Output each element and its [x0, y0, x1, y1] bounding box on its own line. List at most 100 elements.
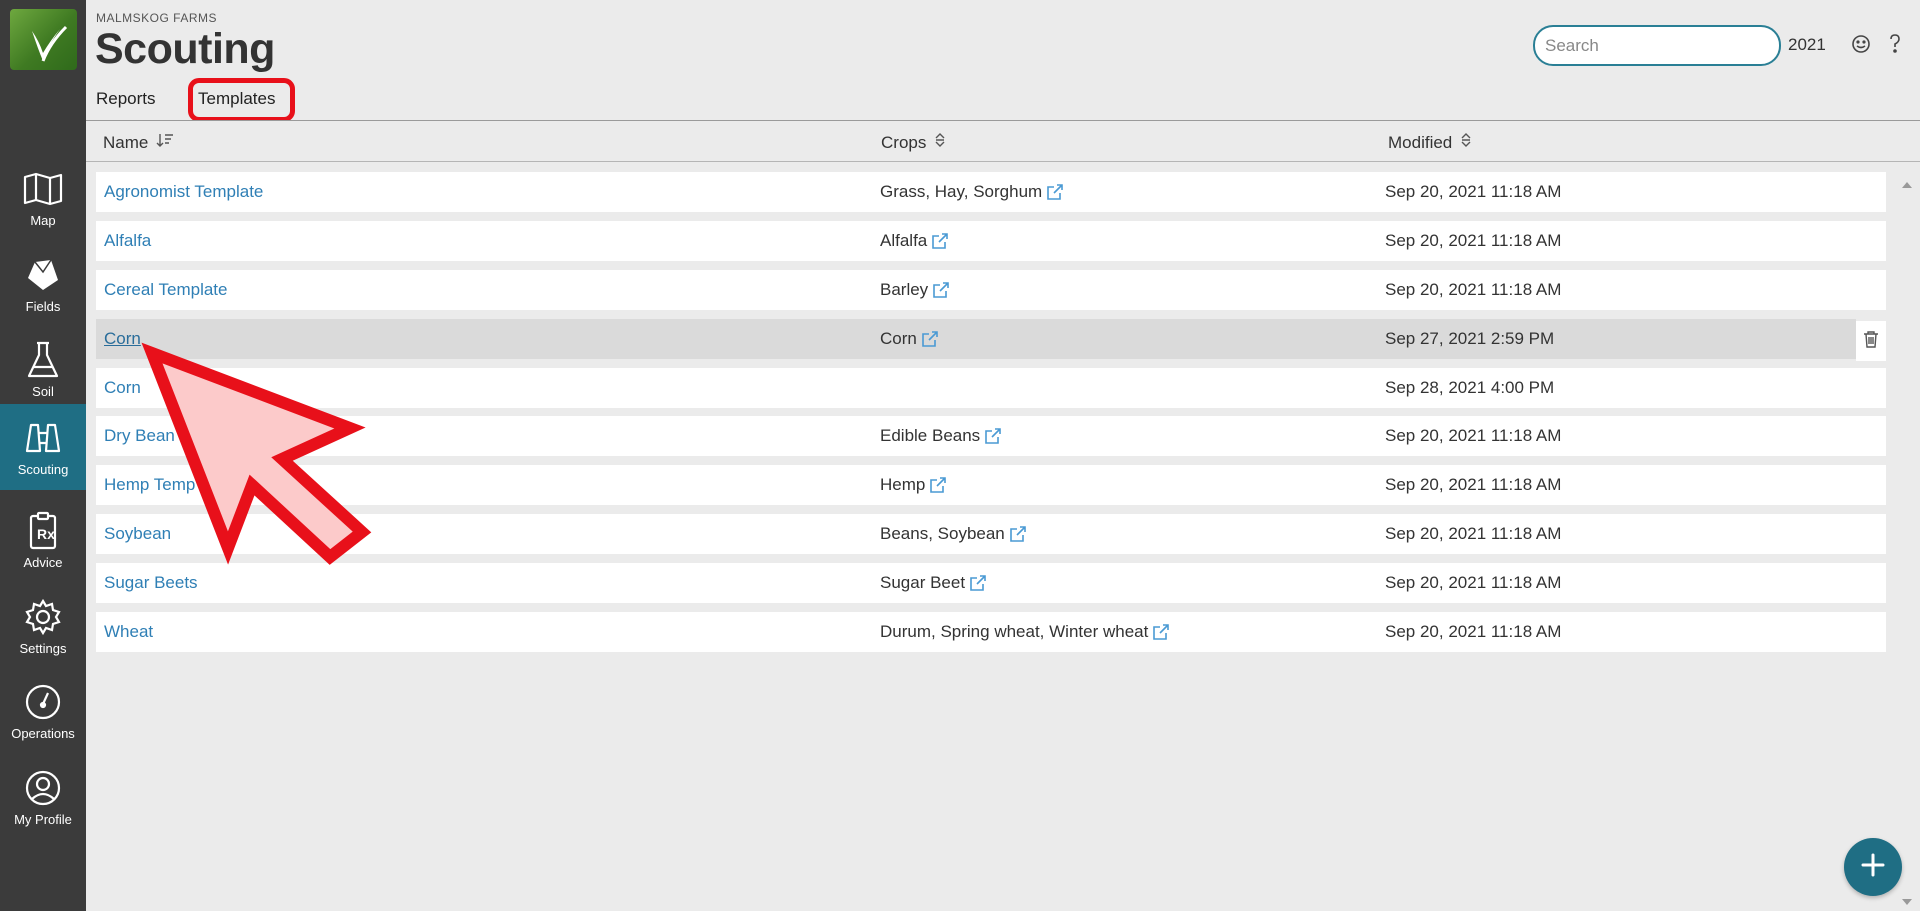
- table-row[interactable]: Hemp Temp Hemp Sep 20, 2021 11:18 AM: [96, 465, 1886, 505]
- sidebar-item-map[interactable]: Map: [0, 155, 86, 241]
- sidebar-item-label: Map: [30, 213, 56, 228]
- template-name-link[interactable]: Dry Bean: [104, 426, 175, 446]
- crops-cell: Edible Beans: [880, 426, 1002, 446]
- template-name-link[interactable]: Cereal Template: [104, 280, 227, 300]
- template-name-link[interactable]: Wheat: [104, 622, 153, 642]
- user-icon: [22, 767, 64, 809]
- map-icon: [22, 168, 64, 210]
- scroll-down-arrow-icon[interactable]: [1900, 895, 1914, 909]
- modified-date: Sep 20, 2021 11:18 AM: [1385, 622, 1562, 641]
- sidebar-item-label: Scouting: [17, 462, 69, 477]
- external-link-icon[interactable]: [932, 281, 950, 299]
- sidebar-item-label: My Profile: [14, 812, 72, 827]
- tab-reports[interactable]: Reports: [96, 89, 156, 109]
- external-link-icon[interactable]: [1046, 183, 1064, 201]
- column-header-name[interactable]: Name: [103, 132, 174, 153]
- svg-text:Rx: Rx: [37, 526, 55, 542]
- annotation-highlight-box: [188, 78, 295, 122]
- add-template-button[interactable]: [1844, 838, 1902, 896]
- sidebar-item-advice[interactable]: Rx Advice: [0, 497, 86, 583]
- external-link-icon[interactable]: [1009, 525, 1027, 543]
- feedback-smiley-icon[interactable]: [1850, 33, 1872, 55]
- template-name-link[interactable]: Sugar Beets: [104, 573, 198, 593]
- modified-date: Sep 20, 2021 11:18 AM: [1385, 182, 1562, 201]
- sidebar-item-label: Settings: [19, 641, 67, 656]
- app-logo[interactable]: [10, 9, 77, 70]
- year-selector[interactable]: 2021: [1788, 35, 1826, 55]
- help-icon[interactable]: [1884, 33, 1906, 55]
- modified-date: Sep 20, 2021 11:18 AM: [1385, 573, 1562, 592]
- crops-text: Sugar Beet: [880, 573, 966, 592]
- table-row[interactable]: Wheat Durum, Spring wheat, Winter wheat …: [96, 612, 1886, 652]
- binoculars-icon: [22, 417, 64, 459]
- prescription-clipboard-icon: Rx: [22, 510, 64, 552]
- sidebar-item-operations[interactable]: Operations: [0, 668, 86, 754]
- sidebar-item-scouting[interactable]: Scouting: [0, 404, 86, 490]
- sidebar: Map Fields Soil Scouting Rx Advice Setti…: [0, 0, 86, 911]
- trash-icon: [1863, 330, 1879, 353]
- crops-text: Alfalfa: [880, 231, 928, 250]
- farm-name: MALMSKOG FARMS: [96, 11, 218, 25]
- external-link-icon[interactable]: [984, 427, 1002, 445]
- sidebar-item-label: Soil: [32, 384, 54, 399]
- external-link-icon[interactable]: [931, 232, 949, 250]
- crops-cell: Barley: [880, 280, 950, 300]
- table-row[interactable]: Corn Sep 28, 2021 4:00 PM: [96, 368, 1886, 408]
- table-row[interactable]: Cereal Template Barley Sep 20, 2021 11:1…: [96, 270, 1886, 310]
- modified-date: Sep 20, 2021 11:18 AM: [1385, 280, 1562, 299]
- crops-text: Barley: [880, 280, 929, 299]
- crops-cell: Hemp: [880, 475, 947, 495]
- crops-text: Durum, Spring wheat, Winter wheat: [880, 622, 1149, 641]
- delete-template-button[interactable]: [1856, 321, 1886, 361]
- column-label: Name: [103, 132, 149, 152]
- sort-icon: [934, 132, 946, 153]
- crops-cell: Corn: [880, 329, 939, 349]
- search-input[interactable]: [1533, 25, 1781, 66]
- template-name-link[interactable]: Alfalfa: [104, 231, 151, 251]
- template-name-link[interactable]: Agronomist Template: [104, 182, 263, 202]
- crops-cell: Alfalfa: [880, 231, 949, 251]
- crops-cell: Sugar Beet: [880, 573, 987, 593]
- table-row[interactable]: Corn Corn Sep 27, 2021 2:59 PM: [96, 319, 1856, 359]
- table-row[interactable]: Alfalfa Alfalfa Sep 20, 2021 11:18 AM: [96, 221, 1886, 261]
- sidebar-item-fields[interactable]: Fields: [0, 241, 86, 327]
- sidebar-item-label: Fields: [25, 299, 61, 314]
- field-icon: [22, 254, 64, 296]
- table-header: Name Crops Modified: [86, 121, 1920, 162]
- modified-date: Sep 20, 2021 11:18 AM: [1385, 426, 1562, 445]
- modified-date: Sep 28, 2021 4:00 PM: [1385, 378, 1555, 397]
- gauge-icon: [22, 681, 64, 723]
- table-row[interactable]: Sugar Beets Sugar Beet Sep 20, 2021 11:1…: [96, 563, 1886, 603]
- sidebar-item-label: Advice: [23, 555, 63, 570]
- crops-text: Corn: [880, 329, 917, 348]
- template-name-link[interactable]: Hemp Temp: [104, 475, 195, 495]
- external-link-icon[interactable]: [921, 330, 939, 348]
- crops-cell: Beans, Soybean: [880, 524, 1027, 544]
- crops-cell: Grass, Hay, Sorghum: [880, 182, 1064, 202]
- crops-cell: Durum, Spring wheat, Winter wheat: [880, 622, 1170, 642]
- column-header-crops[interactable]: Crops: [881, 132, 946, 153]
- external-link-icon[interactable]: [969, 574, 987, 592]
- sidebar-item-my-profile[interactable]: My Profile: [0, 754, 86, 840]
- column-label: Modified: [1388, 132, 1453, 152]
- crops-text: Grass, Hay, Sorghum: [880, 182, 1043, 201]
- scroll-up-arrow-icon[interactable]: [1900, 178, 1914, 192]
- modified-date: Sep 27, 2021 2:59 PM: [1385, 329, 1555, 348]
- table-row[interactable]: Soybean Beans, Soybean Sep 20, 2021 11:1…: [96, 514, 1886, 554]
- page-title: Scouting: [95, 25, 275, 73]
- template-name-link[interactable]: Corn: [104, 378, 141, 398]
- table-row[interactable]: Dry Bean Edible Beans Sep 20, 2021 11:18…: [96, 416, 1886, 456]
- table-row[interactable]: Agronomist Template Grass, Hay, Sorghum …: [96, 172, 1886, 212]
- sort-descending-icon: [156, 132, 174, 153]
- crops-text: Hemp: [880, 475, 926, 494]
- template-name-link[interactable]: Soybean: [104, 524, 171, 544]
- sidebar-item-label: Operations: [11, 726, 75, 741]
- crops-text: Beans, Soybean: [880, 524, 1005, 543]
- external-link-icon[interactable]: [929, 476, 947, 494]
- external-link-icon[interactable]: [1152, 623, 1170, 641]
- gear-icon: [22, 596, 64, 638]
- template-name-link[interactable]: Corn: [104, 329, 141, 349]
- sidebar-item-settings[interactable]: Settings: [0, 583, 86, 669]
- sidebar-item-soil[interactable]: Soil: [0, 326, 86, 412]
- column-header-modified[interactable]: Modified: [1388, 132, 1472, 153]
